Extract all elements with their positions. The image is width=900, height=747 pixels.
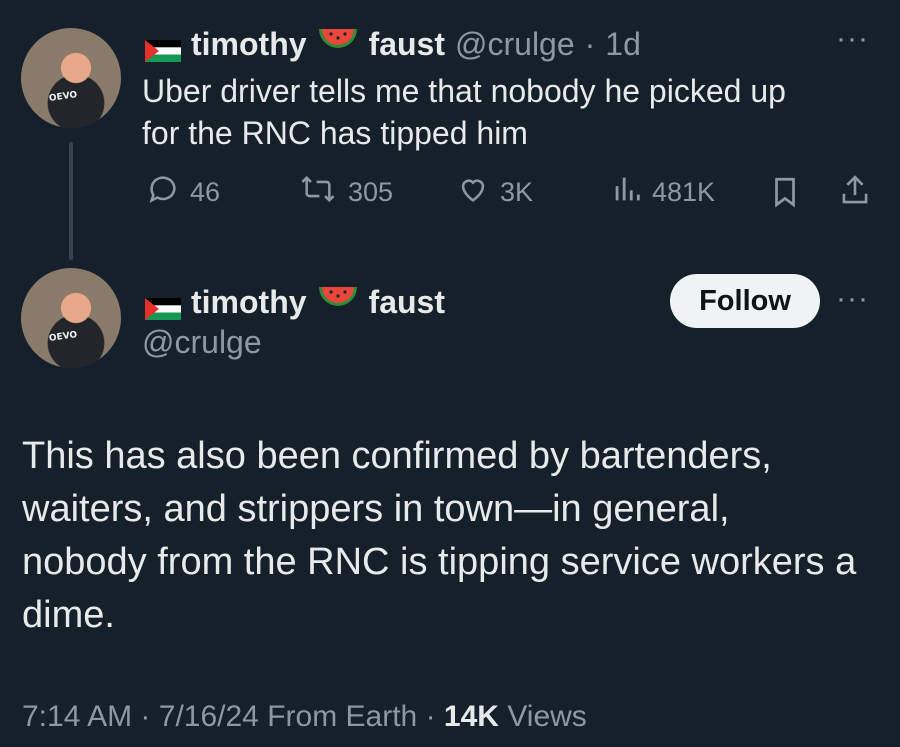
reply-display-name-first[interactable]: timothy — [191, 26, 307, 63]
main-tweet-text: This has also been confirmed by bartende… — [22, 430, 892, 642]
reply-text: Uber driver tells me that nobody he pick… — [142, 70, 786, 154]
reply-count: 46 — [190, 177, 221, 207]
reply-author-row: timothy faust @crulge · 1d — [145, 22, 641, 66]
main-text-line: nobody from the RNC is tipping service w… — [22, 541, 857, 583]
views-button[interactable]: 481K — [612, 172, 715, 213]
more-icon[interactable]: ··· — [836, 282, 869, 316]
main-text-line: This has also been confirmed by bartende… — [22, 435, 772, 477]
avatar[interactable]: OEVO — [21, 28, 121, 128]
avatar[interactable]: OEVO — [21, 268, 121, 368]
reply-text-line: for the RNC has tipped him — [142, 115, 528, 151]
main-text-line: waiters, and strippers in town—in genera… — [22, 488, 730, 530]
views-label: Views — [507, 700, 587, 733]
meta-separator: · — [140, 700, 151, 733]
reply-button[interactable]: 46 — [146, 172, 220, 213]
share-icon[interactable] — [838, 173, 872, 214]
meta-separator: · — [425, 700, 436, 733]
reply-display-name-last[interactable]: faust — [369, 26, 445, 63]
palestine-flag-icon — [145, 33, 181, 62]
retweet-button[interactable]: 305 — [298, 172, 393, 213]
tweet-time[interactable]: 7:14 AM — [22, 700, 132, 733]
main-author-row: timothy faust — [145, 280, 445, 324]
reply-handle[interactable]: @crulge — [455, 26, 575, 63]
bookmark-icon[interactable] — [770, 175, 800, 214]
watermelon-icon — [317, 25, 359, 63]
tweet-source: From Earth — [267, 700, 418, 733]
tweet-date[interactable]: 7/16/24 — [159, 700, 259, 733]
main-display-name-last[interactable]: faust — [369, 284, 445, 321]
main-handle[interactable]: @crulge — [142, 324, 262, 361]
reply-time[interactable]: 1d — [605, 26, 641, 63]
views-total: 14K — [443, 700, 499, 733]
avatar-shirt-text: OEVO — [48, 330, 78, 344]
retweet-count: 305 — [348, 177, 394, 207]
main-display-name-first[interactable]: timothy — [191, 284, 307, 321]
like-icon — [456, 172, 490, 213]
main-text-line: dime. — [22, 594, 115, 636]
reply-icon — [146, 172, 180, 213]
views-icon — [612, 172, 642, 213]
retweet-icon — [298, 172, 338, 213]
more-icon[interactable]: ··· — [836, 22, 869, 56]
watermelon-icon — [317, 283, 359, 321]
follow-button[interactable]: Follow — [670, 274, 820, 328]
reply-text-line: Uber driver tells me that nobody he pick… — [142, 73, 786, 109]
like-count: 3K — [500, 177, 534, 207]
views-count: 481K — [652, 177, 716, 207]
reply-separator: · — [584, 25, 596, 62]
palestine-flag-icon — [145, 291, 181, 320]
avatar-shirt-text: OEVO — [48, 90, 78, 104]
thread-line — [69, 142, 73, 260]
like-button[interactable]: 3K — [456, 172, 533, 213]
tweet-meta: 7:14 AM · 7/16/24 From Earth · 14K Views — [22, 700, 587, 734]
